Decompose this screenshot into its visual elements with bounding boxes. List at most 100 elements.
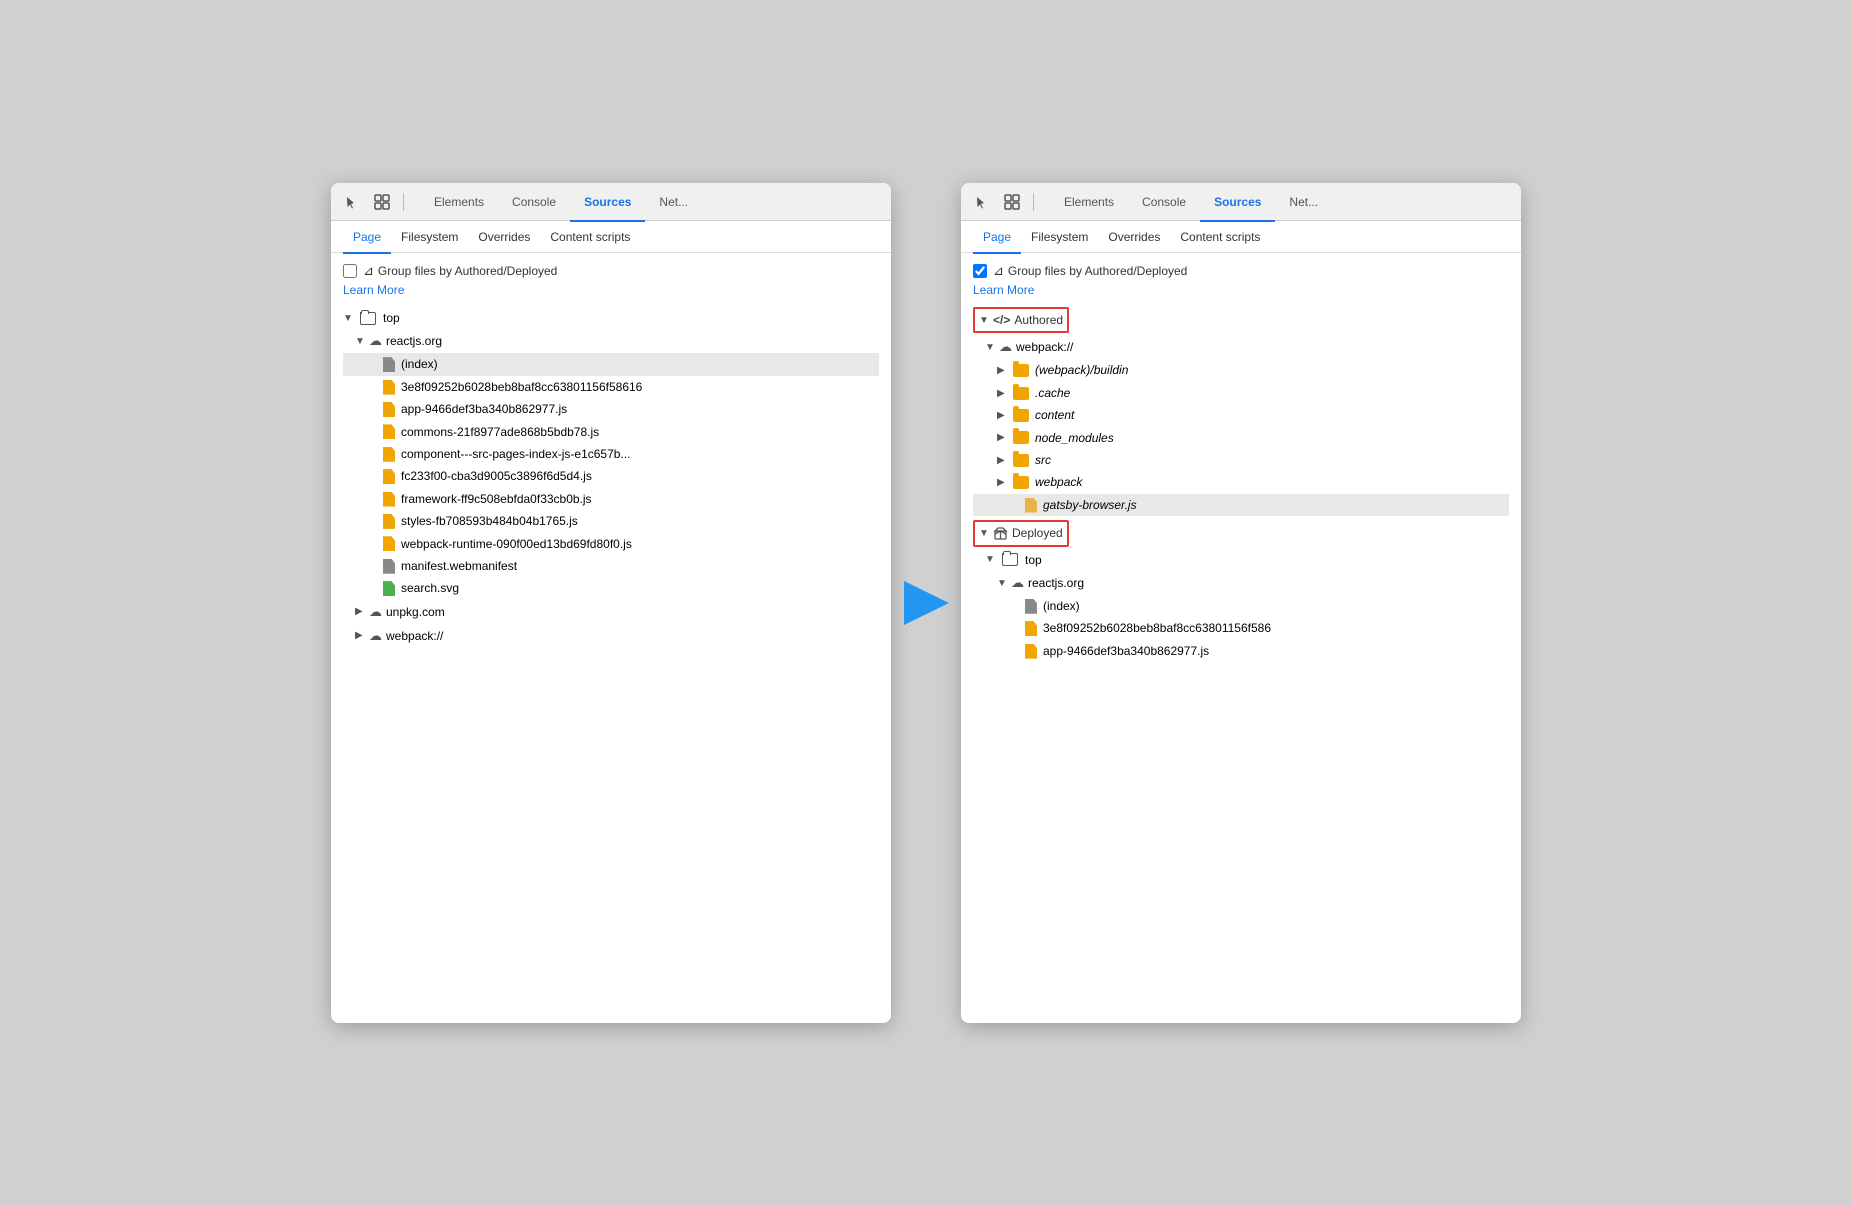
left-toolbar-tabs: Elements Console Sources Net... [420,183,702,221]
tree-item-reactjs-right[interactable]: ☁ reactjs.org [973,571,1509,595]
file-gr [1025,599,1037,614]
cloud-icon-webpack: ☁ [369,625,382,647]
tree-item-webpack-right[interactable]: ☁ webpack:// [973,335,1509,359]
subtab-overrides-left[interactable]: Overrides [468,222,540,254]
tree-item-index-right[interactable]: (index) [973,595,1509,617]
tree-label-webpack: webpack:// [386,626,443,646]
tab-network-left[interactable]: Net... [645,184,702,222]
tree-item-webpack-left[interactable]: ☁ webpack:// [343,624,879,648]
tree-item-src[interactable]: src [973,449,1509,471]
file-g9 [383,559,395,574]
cloud-icon-unpkg: ☁ [369,601,382,623]
folder-icon-cache [1013,387,1029,400]
group-option-left: ⊿ Group files by Authored/Deployed [343,263,879,279]
file-y8 [383,536,395,551]
tree-item-file5[interactable]: fc233f00-cba3d9005c3896f6d5d4.js [343,465,879,487]
subtab-overrides-right[interactable]: Overrides [1098,222,1170,254]
tab-elements-left[interactable]: Elements [420,184,498,222]
right-tree: </> Authored ☁ webpack:// (webpack)/buil… [973,307,1509,662]
tree-item-gatsby-browser[interactable]: gatsby-browser.js [973,494,1509,516]
left-subtabs: Page Filesystem Overrides Content script… [331,221,891,253]
tree-label-webpack-r: webpack:// [1016,337,1073,357]
inspect-icon[interactable] [369,189,395,215]
tree-item-file8[interactable]: webpack-runtime-090f00ed13bd69fd80f0.js [343,533,879,555]
fdyr1 [1025,621,1037,636]
group-label-text-left: Group files by Authored/Deployed [378,264,557,278]
fdy8 [383,536,395,551]
group-checkbox-left[interactable] [343,264,357,278]
learn-more-link-right[interactable]: Learn More [973,283,1509,297]
tree-item-file2[interactable]: app-9466def3ba340b862977.js [343,398,879,420]
tab-elements-right[interactable]: Elements [1050,184,1128,222]
folder-outline-icon-r [1002,553,1018,566]
tri-webpack-f [997,474,1007,491]
tree-item-file3[interactable]: commons-21f8977ade868b5bdb78.js [343,421,879,443]
triangle-webpack [355,627,365,644]
tree-item-file6[interactable]: framework-ff9c508ebfda0f33cb0b.js [343,488,879,510]
tab-console-left[interactable]: Console [498,184,570,222]
label-f1: 3e8f09252b6028beb8baf8cc63801156f58616 [401,377,642,397]
triangle-unpkg [355,603,365,620]
learn-more-link-left[interactable]: Learn More [343,283,879,297]
right-toolbar-tabs: Elements Console Sources Net... [1050,183,1332,221]
tree-item-unpkg[interactable]: ☁ unpkg.com [343,600,879,624]
fdg9 [383,559,395,574]
file-y6 [383,492,395,507]
triangle-reactjs-r [997,575,1007,592]
tree-item-webpack-folder[interactable]: webpack [973,471,1509,493]
subtab-page-right[interactable]: Page [973,222,1021,254]
file-y3 [383,424,395,439]
subtab-filesystem-right[interactable]: Filesystem [1021,222,1098,254]
folder-outline-top [360,312,376,325]
cursor-icon-right[interactable] [969,189,995,215]
triangle-top [343,310,353,327]
subtab-filesystem-left[interactable]: Filesystem [391,222,468,254]
tree-item-file-r2[interactable]: app-9466def3ba340b862977.js [973,640,1509,662]
tree-item-file10[interactable]: search.svg [343,577,879,599]
tab-sources-left[interactable]: Sources [570,184,645,222]
subtab-content-scripts-left[interactable]: Content scripts [540,222,640,254]
inspect-icon-right[interactable] [999,189,1025,215]
label-r1: 3e8f09252b6028beb8baf8cc63801156f586 [1043,618,1271,638]
cloud-icon-reactjs: ☁ [369,330,382,352]
tree-item-cache[interactable]: .cache [973,382,1509,404]
tree-item-index-left[interactable]: (index) [343,353,879,375]
fdgn10 [383,581,395,596]
tab-network-right[interactable]: Net... [1275,184,1332,222]
subtab-page-left[interactable]: Page [343,222,391,254]
right-subtabs: Page Filesystem Overrides Content script… [961,221,1521,253]
label-f2: app-9466def3ba340b862977.js [401,399,567,419]
tree-item-content[interactable]: content [973,404,1509,426]
tab-sources-right[interactable]: Sources [1200,184,1275,222]
tri-node-modules [997,429,1007,446]
box-cube-icon [993,526,1008,541]
tree-item-file-r1[interactable]: 3e8f09252b6028beb8baf8cc63801156f586 [973,617,1509,639]
label-content: content [1035,405,1074,425]
main-container: Elements Console Sources Net... Page Fil… [331,183,1521,1023]
tree-item-file4[interactable]: component---src-pages-index-js-e1c657b..… [343,443,879,465]
cursor-icon[interactable] [339,189,365,215]
tree-item-reactjs[interactable]: ☁ reactjs.org [343,329,879,353]
file-y5 [383,469,395,484]
tree-item-file9[interactable]: manifest.webmanifest [343,555,879,577]
cloud-icon-webpack-r: ☁ [999,336,1012,358]
tree-item-top[interactable]: top [343,307,879,329]
tree-item-file1[interactable]: 3e8f09252b6028beb8baf8cc63801156f58616 [343,376,879,398]
fdgr [1025,599,1037,614]
tree-item-node-modules[interactable]: node_modules [973,427,1509,449]
file-y7 [383,514,395,529]
tree-item-buildin[interactable]: (webpack)/buildin [973,359,1509,381]
authored-header[interactable]: </> Authored [973,307,1069,333]
file-doc-gray-icon [383,357,395,372]
group-checkbox-right[interactable] [973,264,987,278]
tree-item-top-right[interactable]: top [973,549,1509,571]
subtab-content-scripts-right[interactable]: Content scripts [1170,222,1270,254]
tree-item-file7[interactable]: styles-fb708593b484b04b1765.js [343,510,879,532]
file-y2 [383,402,395,417]
tab-console-right[interactable]: Console [1128,184,1200,222]
deployed-header[interactable]: Deployed [973,520,1069,546]
tri-buildin [997,362,1007,379]
code-brackets-icon: </> [993,310,1010,330]
folder-node-modules [1013,431,1029,444]
folder-icon-buildin [1013,364,1029,377]
